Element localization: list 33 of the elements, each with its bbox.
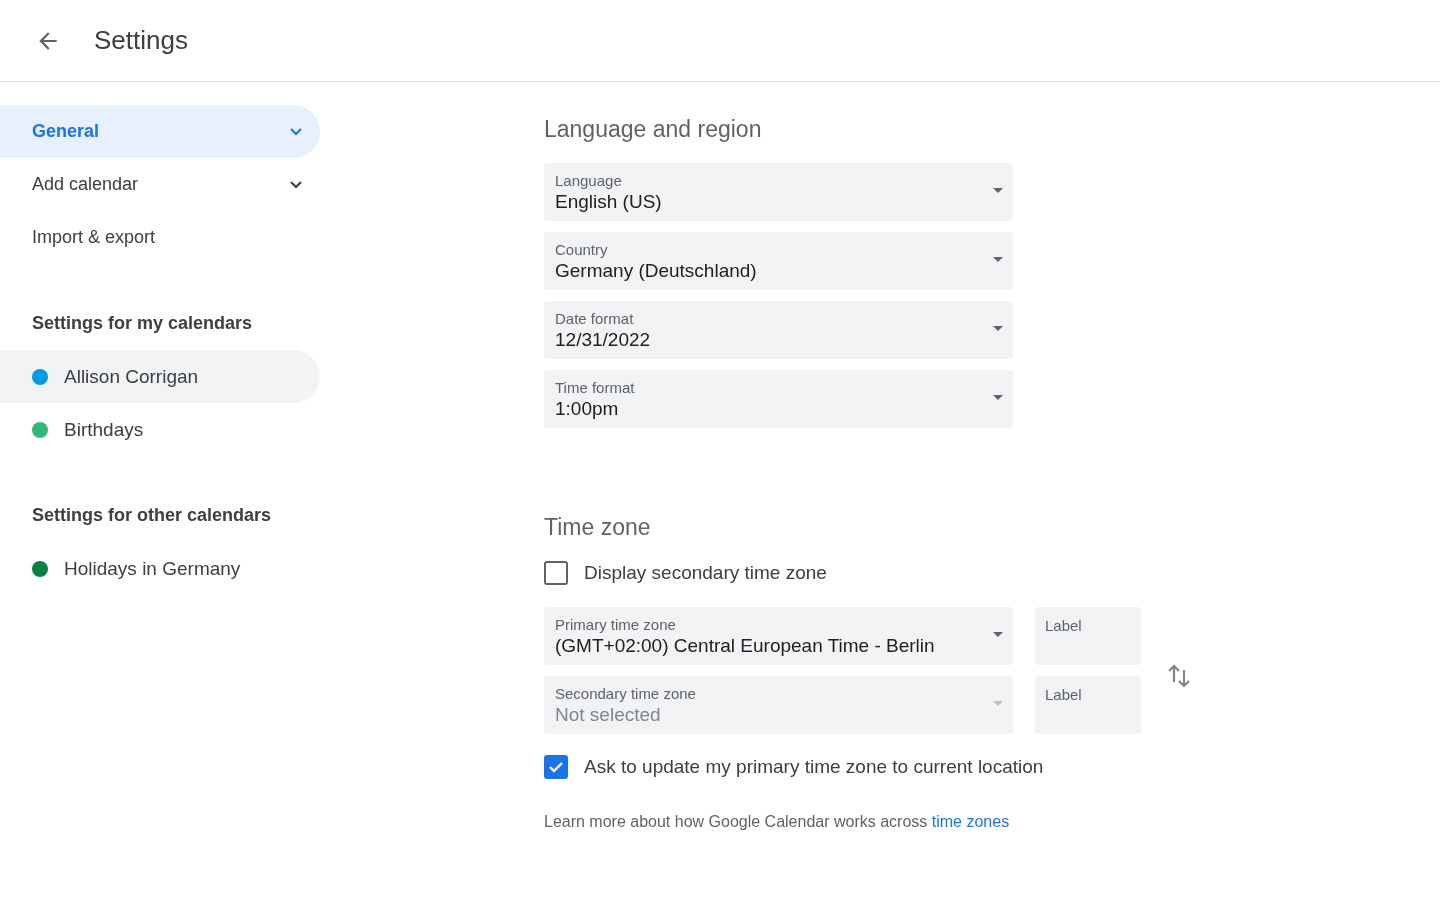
dropdown-field[interactable]: Time format 1:00pm [544,370,1013,428]
calendar-name: Birthdays [64,418,144,441]
checkbox-label: Ask to update my primary time zone to current location [584,756,1044,778]
sidebar-item[interactable]: General [0,105,320,158]
checkbox-label: Display secondary time zone [584,562,827,584]
sidebar-item[interactable]: Import & export [0,211,320,264]
section-heading: Time zone [544,514,652,541]
calendar-item[interactable]: Allison Corrigan [0,350,320,403]
label-field[interactable]: Label [1035,607,1141,665]
dropdown-caret-icon [993,188,1003,193]
dropdown-caret-icon [993,257,1003,262]
dropdown-caret-icon [993,395,1003,400]
calendar-item[interactable]: Birthdays [0,403,320,456]
help-text: Learn more about how Google Calendar works across time zones [544,813,1011,831]
swap-icon[interactable] [1167,662,1191,690]
time-zones-link[interactable]: time zones [931,813,1010,830]
dropdown-caret-icon [993,632,1003,637]
checkbox[interactable] [544,561,568,585]
dropdown-caret-icon [993,701,1003,706]
section-heading: Settings for my calendars [31,312,254,335]
calendar-name: Allison Corrigan [64,365,199,388]
page-title: Settings [94,25,188,56]
dropdown-field[interactable]: Country Germany (Deutschland) [544,232,1013,290]
dropdown-caret-icon [993,326,1003,331]
dropdown-field[interactable]: Primary time zone (GMT+02:00) Central European Time - Berlin [544,607,1013,665]
calendar-item[interactable]: Holidays in Germany [0,542,320,595]
dropdown-field[interactable]: Date format 12/31/2022 [544,301,1013,359]
section-heading: Settings for other calendars [31,504,273,527]
checkbox[interactable] [544,755,568,779]
section-heading: Language and region [544,116,763,143]
sidebar-item[interactable]: Add calendar [0,158,320,211]
calendar-name: Holidays in Germany [64,557,241,580]
dropdown-field[interactable]: Language English (US) [544,163,1013,221]
